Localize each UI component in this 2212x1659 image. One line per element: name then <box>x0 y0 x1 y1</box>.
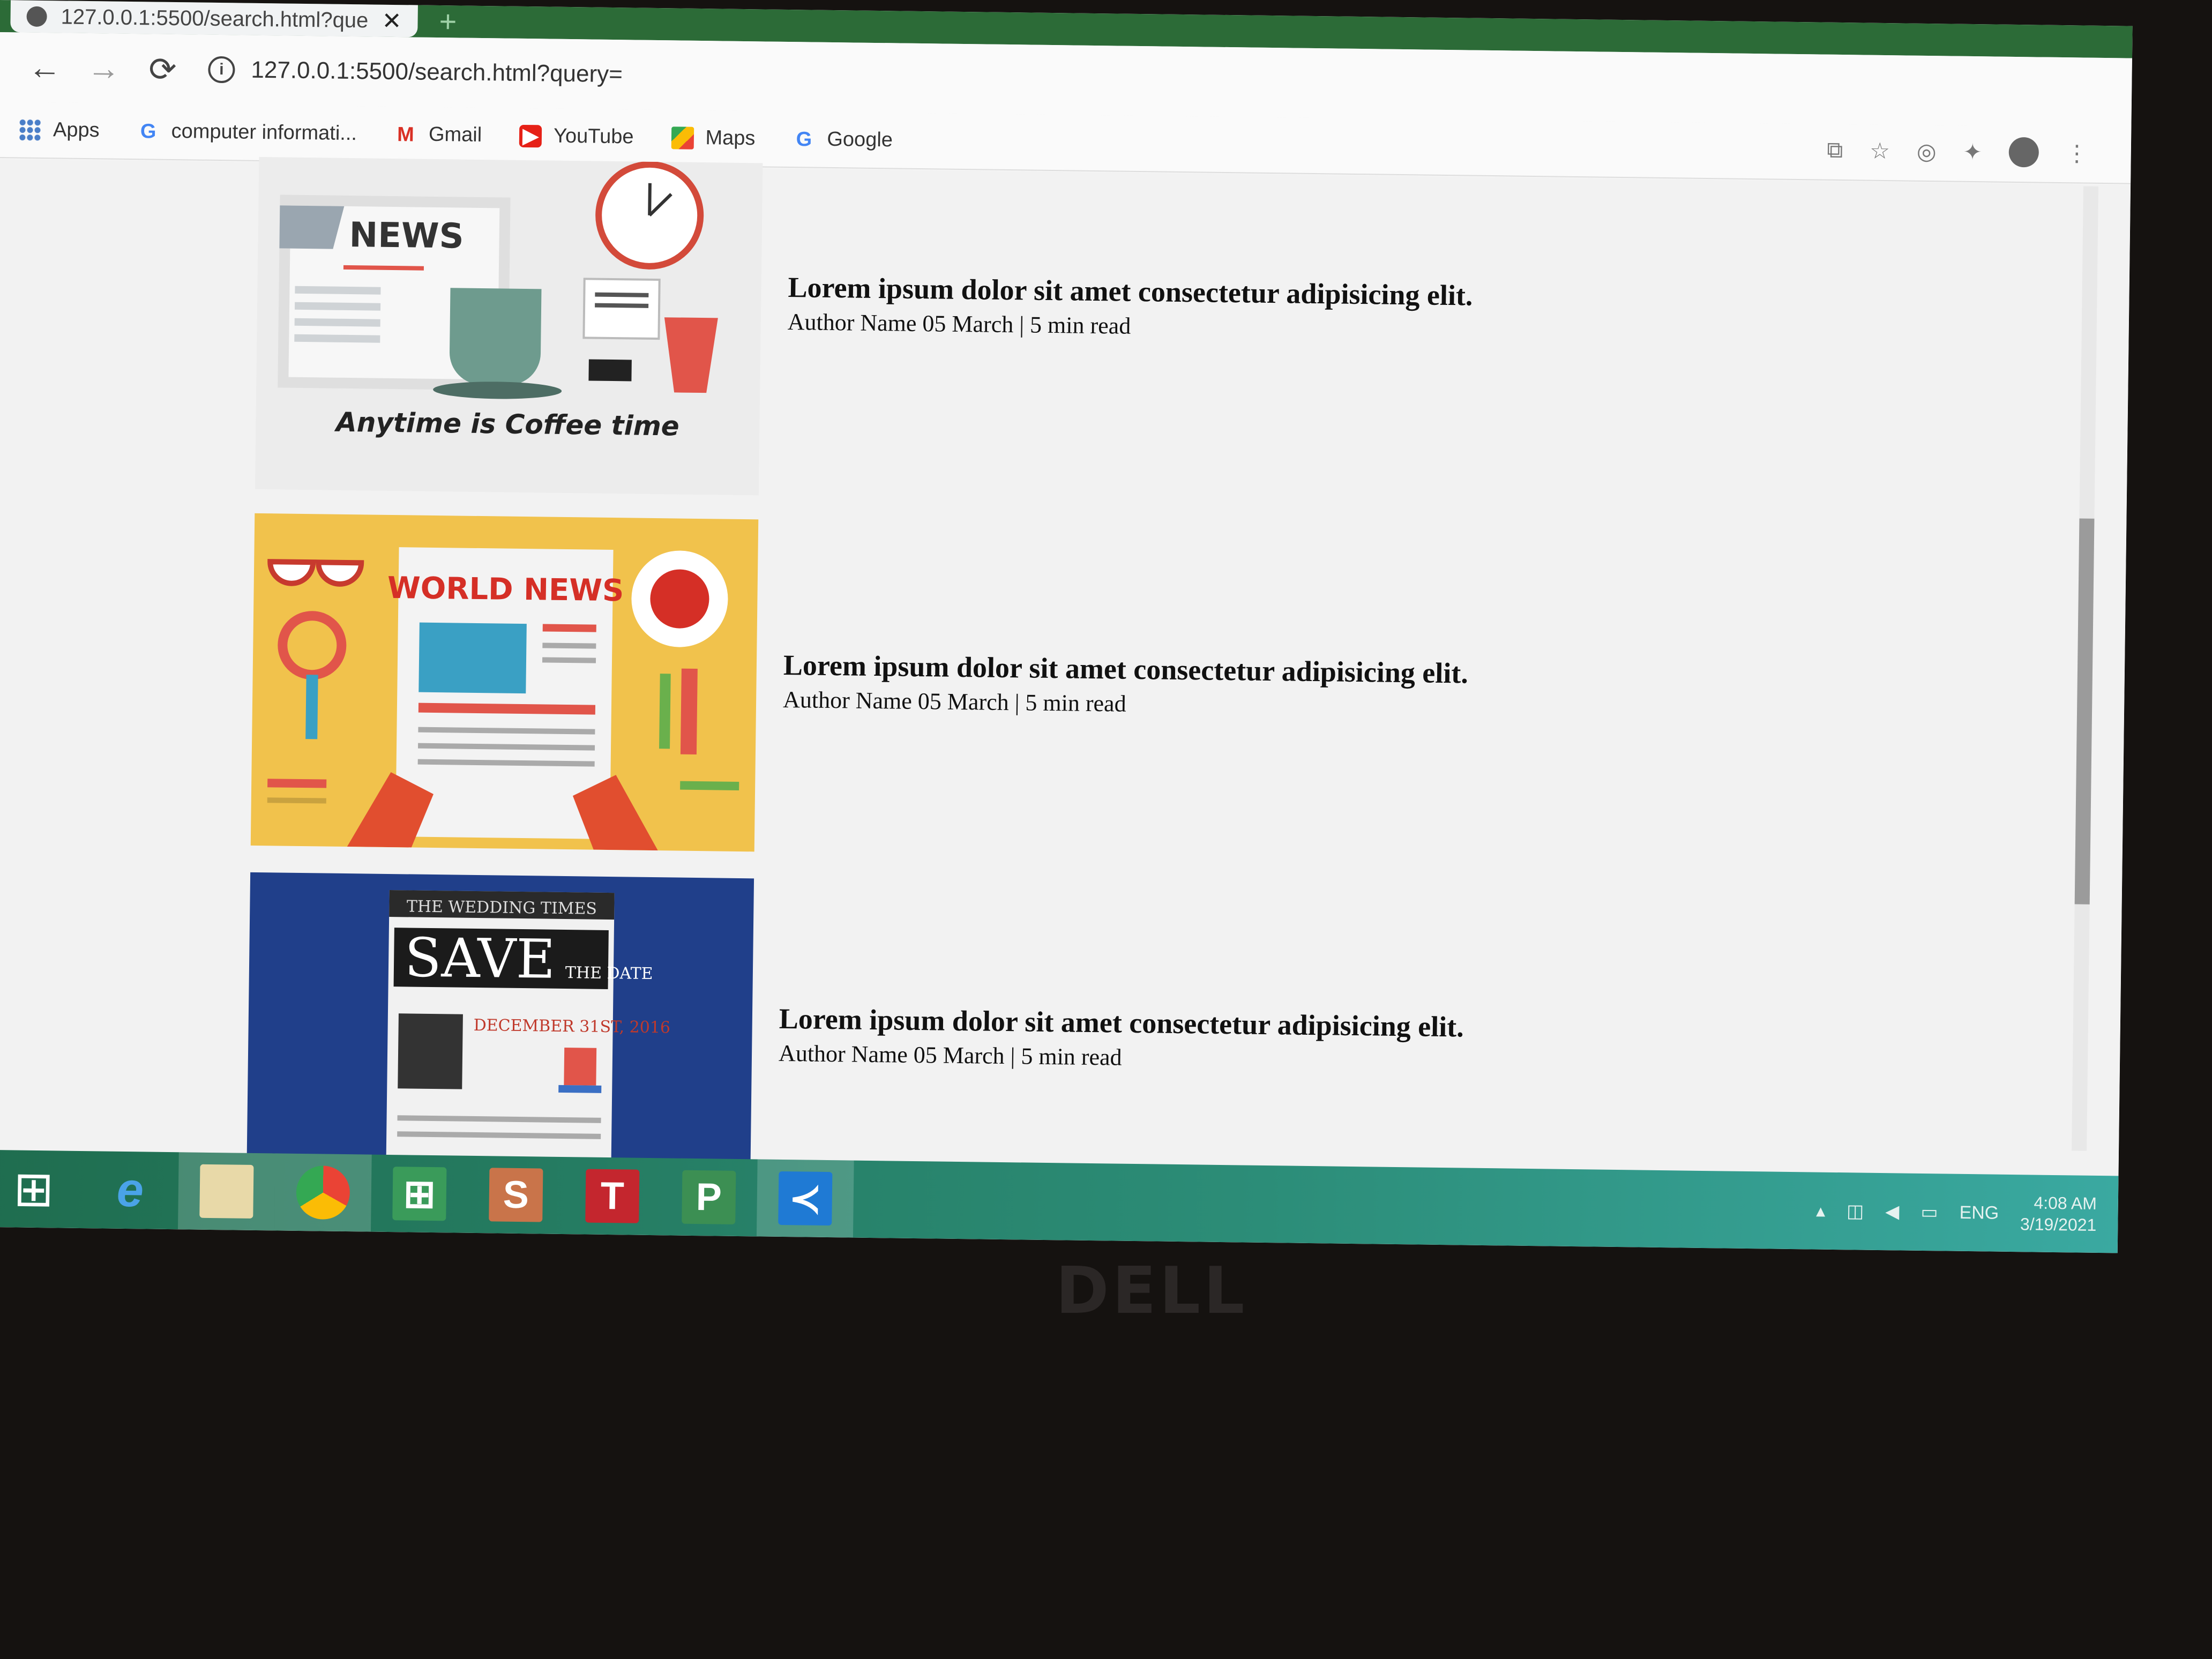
clock-date: 3/19/2021 <box>2020 1214 2097 1235</box>
article-card[interactable]: NEWS Anytime is Coffee time Lorem ipsum … <box>255 156 1473 506</box>
article-headline[interactable]: Lorem ipsum dolor sit amet consectetur a… <box>783 648 1469 690</box>
address-bar[interactable]: i 127.0.0.1:5500/search.html?query= <box>208 46 2132 117</box>
back-button[interactable]: ← <box>15 48 74 87</box>
start-button[interactable]: ⊞ <box>0 1150 83 1228</box>
clock-time: 4:08 AM <box>2034 1193 2097 1213</box>
taskbar-chrome[interactable] <box>274 1153 372 1232</box>
tab-title: 127.0.0.1:5500/search.html?quer <box>61 4 368 33</box>
sway-icon: S <box>489 1168 543 1222</box>
bookmark-maps[interactable]: Maps <box>671 126 756 150</box>
language-indicator[interactable]: ENG <box>1959 1202 1999 1223</box>
world-news-illustration: WORLD NEWS <box>267 547 739 851</box>
article-headline[interactable]: Lorem ipsum dolor sit amet consectetur a… <box>788 271 1473 312</box>
taskbar-vscode[interactable]: ≺ <box>756 1159 854 1238</box>
thumbnail-title: WORLD NEWS <box>387 571 624 608</box>
tray-chevron-icon[interactable]: ▴ <box>1816 1200 1826 1222</box>
volume-icon[interactable]: ◀ <box>1885 1201 1900 1222</box>
thumbnail-title: NEWS <box>349 215 464 257</box>
newspaper-coffee-illustration: NEWS Anytime is Coffee time <box>278 161 718 442</box>
bookmark-label: Maps <box>705 126 756 150</box>
google-icon: G <box>140 119 156 143</box>
start-icon: ⊞ <box>13 1162 55 1216</box>
thumbnail-subtitle: THE DATE <box>565 963 653 983</box>
thumbnail-date: DECEMBER 31ST, 2016 <box>473 1016 670 1037</box>
clock[interactable]: 4:08 AM 3/19/2021 <box>2020 1192 2097 1236</box>
taskbar-store[interactable]: ⊞ <box>371 1155 468 1233</box>
camera-icon[interactable]: ◎ <box>1917 138 1937 164</box>
screen: 127.0.0.1:5500/search.html?quer ✕ + ← → … <box>0 0 2133 1253</box>
system-tray: ▴ ◫ ◀ ▭ ENG 4:08 AM 3/19/2021 <box>1815 1172 2097 1253</box>
laptop-brand-logo: DELL <box>1056 1254 1248 1328</box>
vscode-icon: ≺ <box>778 1171 833 1226</box>
taskbar-teams[interactable]: T <box>564 1157 661 1235</box>
thumbnail-caption: Anytime is Coffee time <box>334 407 679 442</box>
taskbar-sway[interactable]: S <box>467 1156 565 1234</box>
bookmark-label: computer informati... <box>171 119 357 145</box>
bookmark-label: YouTube <box>553 124 634 148</box>
google-icon: G <box>796 128 812 151</box>
extensions-icon[interactable]: ✦ <box>1963 138 1982 165</box>
menu-dots-icon[interactable]: ⋮ <box>2066 140 2089 167</box>
bookmark-apps[interactable]: Apps <box>18 118 100 142</box>
taskbar-internet-explorer[interactable]: e <box>81 1151 179 1229</box>
store-icon: ⊞ <box>392 1167 447 1221</box>
project-icon: P <box>682 1170 736 1224</box>
thumbnail-title: SAVE <box>405 926 556 990</box>
bookmark-youtube[interactable]: ▶ YouTube <box>519 124 634 149</box>
tab-close-icon[interactable]: ✕ <box>382 7 401 34</box>
address-bar-url: 127.0.0.1:5500/search.html?query= <box>251 56 623 88</box>
bookmark-label: Apps <box>53 118 100 142</box>
article-text: Lorem ipsum dolor sit amet consectetur a… <box>779 1002 1464 1075</box>
article-text: Lorem ipsum dolor sit amet consectetur a… <box>787 271 1473 344</box>
thumbnail-masthead: THE WEDDING TIMES <box>407 897 597 918</box>
article-meta: Author Name 05 March | 5 min read <box>782 686 1126 717</box>
article-card[interactable]: WORLD NEWS Lorem ipsum dolor sit amet co… <box>250 513 1468 862</box>
youtube-icon: ▶ <box>519 124 542 147</box>
search-results: NEWS Anytime is Coffee time Lorem ipsum … <box>0 156 2131 1211</box>
forward-button[interactable]: → <box>74 49 133 87</box>
reload-button[interactable]: ⟳ <box>133 49 192 89</box>
chrome-icon <box>296 1165 350 1220</box>
article-text: Lorem ipsum dolor sit amet consectetur a… <box>783 648 1468 722</box>
taskbar-project[interactable]: P <box>660 1158 758 1236</box>
translate-icon[interactable]: ⧉ <box>1827 137 1843 163</box>
bookmark-google[interactable]: G Google <box>793 128 893 152</box>
article-headline[interactable]: Lorem ipsum dolor sit amet consectetur a… <box>779 1002 1464 1044</box>
article-meta: Author Name 05 March | 5 min read <box>778 1040 1122 1071</box>
taskbar-file-explorer[interactable] <box>177 1152 275 1231</box>
file-explorer-icon <box>199 1164 254 1219</box>
bookmark-computer-information[interactable]: G computer informati... <box>137 119 357 145</box>
bookmark-label: Gmail <box>428 123 482 147</box>
article-thumbnail[interactable]: NEWS Anytime is Coffee time <box>255 156 763 496</box>
network-icon[interactable]: ◫ <box>1847 1200 1864 1222</box>
article-thumbnail[interactable]: WORLD NEWS <box>250 513 759 852</box>
maps-icon <box>671 126 694 150</box>
site-info-icon[interactable]: i <box>208 56 235 84</box>
battery-icon[interactable]: ▭ <box>1920 1201 1938 1223</box>
article-meta: Author Name 05 March | 5 min read <box>787 309 1131 339</box>
new-tab-button[interactable]: + <box>439 4 457 38</box>
favicon-icon <box>26 6 47 27</box>
teams-icon: T <box>585 1169 640 1223</box>
browser-tab[interactable]: 127.0.0.1:5500/search.html?quer ✕ <box>10 0 418 38</box>
bookmark-gmail[interactable]: M Gmail <box>394 123 482 147</box>
gmail-icon: M <box>397 123 415 146</box>
internet-explorer-icon: e <box>116 1163 144 1217</box>
bookmark-star-icon[interactable]: ☆ <box>1870 137 1890 163</box>
profile-avatar[interactable] <box>2008 137 2039 168</box>
apps-grid-icon <box>18 118 42 141</box>
bookmark-label: Google <box>827 128 893 152</box>
toolbar-actions: ⧉ ☆ ◎ ✦ ⋮ <box>1827 135 2088 168</box>
